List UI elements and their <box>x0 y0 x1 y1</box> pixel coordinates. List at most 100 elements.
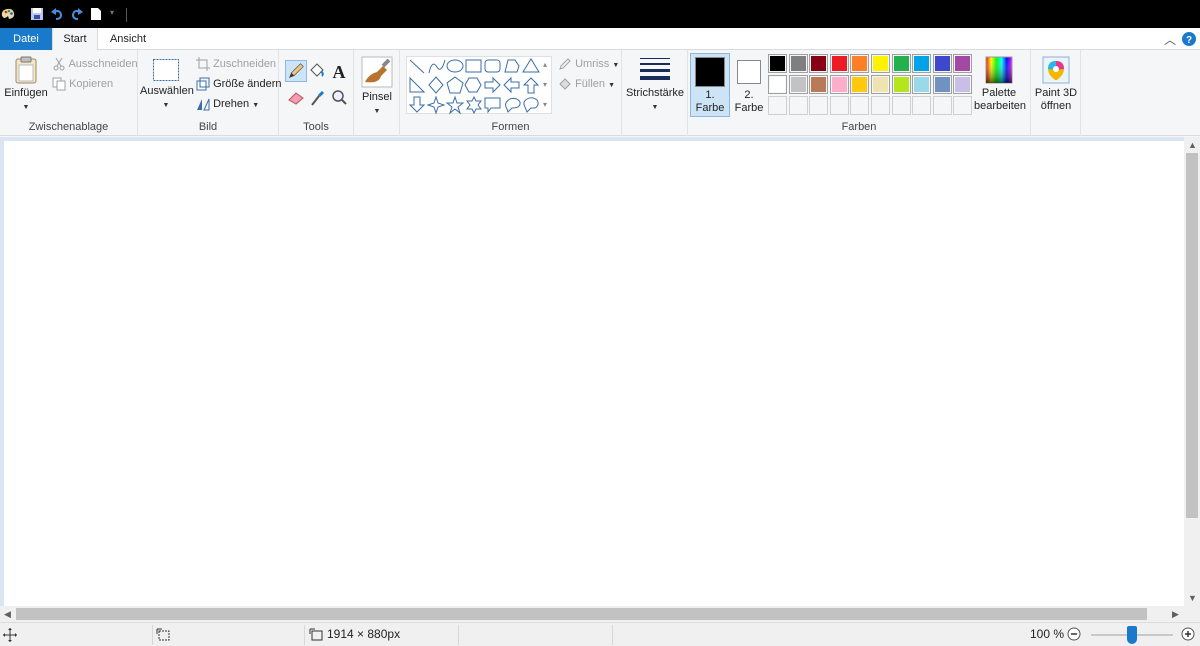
rotate-dropdown-icon[interactable]: ▼ <box>252 102 259 109</box>
six-point-star-shape-icon[interactable] <box>466 95 482 115</box>
color-swatch[interactable] <box>891 75 911 94</box>
outline-dropdown-icon[interactable]: ▼ <box>612 62 619 69</box>
up-arrow-shape-icon[interactable] <box>522 77 540 94</box>
color-swatch[interactable] <box>829 75 849 94</box>
right-arrow-shape-icon[interactable] <box>484 76 501 94</box>
color-picker-icon[interactable] <box>310 89 326 107</box>
oval-callout-shape-icon[interactable] <box>505 97 521 113</box>
new-file-icon[interactable] <box>90 6 102 22</box>
diamond-shape-icon[interactable] <box>428 76 444 94</box>
horizontal-scrollbar[interactable]: ◀ ▶ <box>0 606 1184 622</box>
color-swatch[interactable] <box>912 54 932 73</box>
color-swatch[interactable] <box>912 75 932 94</box>
cut-button[interactable]: Ausschneiden <box>52 55 138 73</box>
custom-color-slot[interactable] <box>829 96 849 115</box>
zoom-out-icon[interactable] <box>1067 627 1081 641</box>
color-swatch[interactable] <box>768 54 787 73</box>
vertical-scrollbar[interactable]: ▲ ▼ <box>1184 137 1200 606</box>
oval-shape-icon[interactable] <box>446 59 464 73</box>
color-swatch[interactable] <box>871 54 890 73</box>
undo-icon[interactable] <box>50 6 64 22</box>
tab-view[interactable]: Ansicht <box>100 28 156 50</box>
color-swatch[interactable] <box>809 75 829 94</box>
tab-start[interactable]: Start <box>52 28 98 51</box>
shapes-expand-icon[interactable]: ▾ <box>543 100 547 109</box>
color-swatch[interactable] <box>850 54 870 73</box>
shapes-scroll-up-icon[interactable]: ▴ <box>543 60 547 69</box>
color-swatch[interactable] <box>768 75 787 94</box>
color-swatch[interactable] <box>850 75 870 94</box>
pencil-icon[interactable] <box>285 60 307 82</box>
paint-app-icon[interactable] <box>0 6 16 22</box>
paste-button[interactable]: Einfügen ▼ <box>4 56 48 112</box>
outline-button[interactable]: Umriss ▼ <box>558 55 619 73</box>
fill-button[interactable]: Füllen ▼ <box>558 75 615 93</box>
scroll-left-arrow-icon[interactable]: ◀ <box>4 609 11 620</box>
color-swatch[interactable] <box>871 75 890 94</box>
scroll-up-arrow-icon[interactable]: ▲ <box>1188 140 1197 150</box>
rotate-button[interactable]: Drehen ▼ <box>196 95 259 113</box>
pentagon-shape-icon[interactable] <box>446 76 464 94</box>
color-swatch[interactable] <box>788 54 808 73</box>
custom-color-slot[interactable] <box>850 96 870 115</box>
crop-button[interactable]: Zuschneiden <box>196 55 276 73</box>
scroll-right-arrow-icon[interactable]: ▶ <box>1172 609 1179 620</box>
zoom-slider-thumb[interactable] <box>1127 626 1137 644</box>
horizontal-scroll-thumb[interactable] <box>16 608 1147 620</box>
drawing-canvas[interactable] <box>4 141 1184 606</box>
color-swatch[interactable] <box>953 54 973 73</box>
copy-button[interactable]: Kopieren <box>52 75 113 93</box>
color-swatch[interactable] <box>788 75 808 94</box>
custom-color-slot[interactable] <box>788 96 808 115</box>
four-point-star-shape-icon[interactable] <box>426 95 446 115</box>
open-paint3d-button[interactable]: Paint 3D öffnen <box>1031 56 1081 113</box>
shapes-scroll-down-icon[interactable]: ▾ <box>543 80 547 89</box>
redo-icon[interactable] <box>70 6 84 22</box>
scroll-down-arrow-icon[interactable]: ▼ <box>1188 593 1197 603</box>
select-dropdown-icon[interactable]: ▼ <box>163 102 170 109</box>
color2-button[interactable]: 2. Farbe <box>730 54 768 116</box>
zoom-slider-track[interactable] <box>1091 626 1173 644</box>
color-swatch[interactable] <box>932 75 952 94</box>
eraser-icon[interactable] <box>287 90 305 106</box>
help-icon[interactable]: ? <box>1182 32 1196 46</box>
save-icon[interactable] <box>30 6 44 22</box>
hexagon-shape-icon[interactable] <box>464 77 482 93</box>
text-icon[interactable]: A <box>330 61 348 81</box>
custom-color-slot[interactable] <box>932 96 952 115</box>
custom-color-slot[interactable] <box>768 96 787 115</box>
collapse-ribbon-icon[interactable]: ︿ <box>1164 31 1176 48</box>
rectangle-shape-icon[interactable] <box>465 59 482 73</box>
custom-color-slot[interactable] <box>912 96 932 115</box>
zoom-in-icon[interactable] <box>1181 627 1195 641</box>
color-swatch[interactable] <box>953 75 973 94</box>
down-arrow-shape-icon[interactable] <box>408 96 426 113</box>
left-arrow-shape-icon[interactable] <box>503 76 520 94</box>
rounded-rectangle-shape-icon[interactable] <box>484 59 501 73</box>
brushes-dropdown-icon[interactable]: ▼ <box>374 108 381 115</box>
tab-file[interactable]: Datei <box>0 28 52 50</box>
brushes-button[interactable]: Pinsel ▼ <box>356 56 398 116</box>
five-point-star-shape-icon[interactable] <box>445 95 465 115</box>
line-shape-icon[interactable] <box>409 59 425 74</box>
custom-color-slot[interactable] <box>871 96 890 115</box>
cloud-callout-shape-icon[interactable] <box>523 97 539 113</box>
right-triangle-shape-icon[interactable] <box>409 76 426 93</box>
rectangle-callout-shape-icon[interactable] <box>484 97 501 114</box>
color-swatch[interactable] <box>829 54 849 73</box>
stroke-width-dropdown-icon[interactable]: ▼ <box>652 104 659 111</box>
resize-button[interactable]: Größe ändern <box>196 75 282 93</box>
fill-dropdown-icon[interactable]: ▼ <box>608 82 615 89</box>
custom-color-slot[interactable] <box>809 96 829 115</box>
quick-access-dropdown-icon[interactable]: ▾ <box>110 8 114 17</box>
select-button[interactable]: Auswählen ▼ <box>140 58 194 110</box>
fill-bucket-icon[interactable] <box>308 62 326 80</box>
polygon-shape-icon[interactable] <box>504 59 520 73</box>
custom-color-slot[interactable] <box>953 96 973 115</box>
paste-dropdown-icon[interactable]: ▼ <box>23 104 30 111</box>
curve-shape-icon[interactable] <box>428 59 446 74</box>
triangle-shape-icon[interactable] <box>522 58 540 73</box>
color-swatch[interactable] <box>932 54 952 73</box>
color1-button[interactable]: 1. Farbe <box>690 53 730 117</box>
color-swatch[interactable] <box>891 54 911 73</box>
